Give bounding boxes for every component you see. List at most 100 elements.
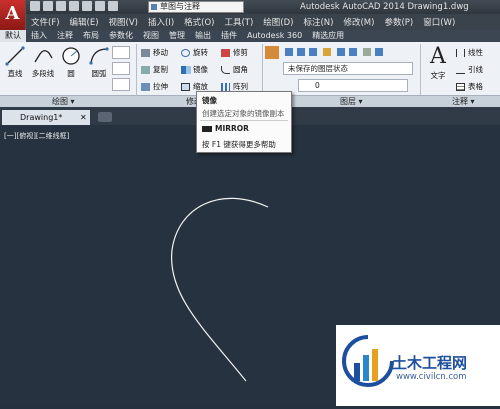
tab-layout[interactable]: 布局 [78,30,104,42]
watermark-logo-icon [342,335,394,387]
table-tool[interactable]: 表格 [455,80,483,93]
move-icon [141,49,150,57]
menu-window[interactable]: 窗口(W) [418,16,460,28]
tooltip-command-row: MIRROR [202,124,249,133]
tooltip-title: 镜像 [202,96,217,105]
tab-default[interactable]: 默认 [0,30,26,42]
arc-tool[interactable]: 圆弧 [86,45,112,79]
layer-panel-title[interactable]: 图层 ▾ [340,96,363,107]
new-tab-button[interactable] [98,112,112,122]
redo-icon[interactable] [108,1,118,11]
print-icon[interactable] [82,1,92,11]
arc-tool-label: 圆弧 [91,69,107,78]
polyline-tool-label: 多段线 [31,69,55,78]
menu-format[interactable]: 格式(O) [179,16,219,28]
rotate-tool[interactable]: 旋转 [180,46,208,59]
menu-draw[interactable]: 绘图(D) [258,16,298,28]
tab-plugins[interactable]: 插件 [216,30,242,42]
annotation-panel-title[interactable]: 注释 ▾ [452,96,475,107]
polyline-icon [34,50,53,63]
quick-access-toolbar [30,1,118,11]
watermark: 土木工程网 www.civilcn.com [336,325,500,406]
text-tool[interactable]: A 文字 [425,45,451,81]
copy-tool[interactable]: 复制 [140,63,168,76]
tab-featured-apps[interactable]: 精选应用 [307,30,349,42]
command-icon [202,126,212,132]
drawing-tab-label: Drawing1* [20,113,63,122]
draw-panel-title[interactable]: 绘图 ▾ [52,96,75,107]
table-tool-label: 表格 [468,82,483,91]
menu-edit[interactable]: 编辑(E) [65,16,104,28]
line-icon [5,46,25,66]
tab-parametric[interactable]: 参数化 [104,30,138,42]
stretch-tool[interactable]: 拉伸 [140,80,168,93]
drawing-tab[interactable]: Drawing1* ✕ [2,110,90,125]
circle-tool-label: 圆 [67,69,75,78]
polyline-tool[interactable]: 多段线 [30,45,56,79]
leader-tool[interactable]: 引线 [455,63,483,76]
text-tool-label: 文字 [430,71,446,80]
ribbon-tabs: 默认 插入 注释 布局 参数化 视图 管理 输出 插件 Autodesk 360… [0,30,500,42]
linear-dimension-label: 线性 [468,48,483,57]
menu-parametric[interactable]: 参数(P) [379,16,418,28]
viewport-controls[interactable]: [一][俯视][二维线框] [4,131,69,141]
fillet-tool-label: 圆角 [233,65,248,74]
save-icon[interactable] [56,1,66,11]
tooltip-description: 创建选定对象的镜像副本 [202,109,285,118]
menu-file[interactable]: 文件(F) [26,16,65,28]
menu-insert[interactable]: 插入(I) [143,16,179,28]
fillet-icon [221,66,230,74]
application-menu-button[interactable]: A [0,0,26,30]
array-tool-label: 阵列 [233,82,248,91]
tab-manage[interactable]: 管理 [164,30,190,42]
text-icon: A [430,44,446,69]
hatch-tool[interactable] [112,78,130,91]
fillet-tool[interactable]: 圆角 [220,63,248,76]
tab-autodesk-360[interactable]: Autodesk 360 [242,30,307,42]
menu-modify[interactable]: 修改(M) [338,16,379,28]
line-tool[interactable]: 直线 [2,45,28,79]
current-layer-select[interactable]: 0 [298,79,408,92]
scale-tool-label: 缩放 [193,82,208,91]
arc-curve[interactable] [170,197,269,382]
trim-icon [221,49,230,57]
new-file-icon[interactable] [30,1,40,11]
watermark-name: 土木工程网 [392,354,468,372]
table-icon [456,83,465,91]
circle-icon [62,47,80,65]
trim-tool[interactable]: 修剪 [220,46,248,59]
tab-output[interactable]: 输出 [190,30,216,42]
copy-tool-label: 复制 [153,65,168,74]
tab-view[interactable]: 视图 [138,30,164,42]
linear-dimension-tool[interactable]: 线性 [455,46,483,59]
rectangle-tool[interactable] [112,46,130,59]
move-tool[interactable]: 移动 [140,46,168,59]
leader-icon [456,66,465,74]
title-bar: 草图与注释 Autodesk AutoCAD 2014 Drawing1.dwg [0,0,500,14]
array-icon [221,83,230,91]
tab-annotate[interactable]: 注释 [52,30,78,42]
line-tool-label: 直线 [7,69,23,78]
menu-dimension[interactable]: 标注(N) [298,16,338,28]
menu-view[interactable]: 视图(V) [104,16,143,28]
circle-tool[interactable]: 圆 [58,45,84,79]
layer-state-select[interactable]: 未保存的图层状态 [283,62,413,75]
tooltip-divider [200,120,288,121]
open-file-icon[interactable] [43,1,53,11]
save-as-icon[interactable] [69,1,79,11]
tooltip-command: MIRROR [215,124,249,133]
mirror-tool-body[interactable]: 镜像 [180,63,208,76]
menu-bar: 文件(F) 编辑(E) 视图(V) 插入(I) 格式(O) 工具(T) 绘图(D… [26,14,500,30]
layer-properties-icon[interactable] [265,46,279,59]
window-title: Autodesk AutoCAD 2014 Drawing1.dwg [300,2,469,12]
rotate-icon [181,49,190,57]
scale-icon [181,83,190,91]
workspace-select[interactable]: 草图与注释 [148,1,244,13]
watermark-url: www.civilcn.com [396,372,467,382]
tab-insert[interactable]: 插入 [26,30,52,42]
trim-tool-label: 修剪 [233,48,248,57]
ellipse-tool[interactable] [112,62,130,75]
menu-tools[interactable]: 工具(T) [219,16,258,28]
undo-icon[interactable] [95,1,105,11]
close-icon[interactable]: ✕ [80,110,87,125]
